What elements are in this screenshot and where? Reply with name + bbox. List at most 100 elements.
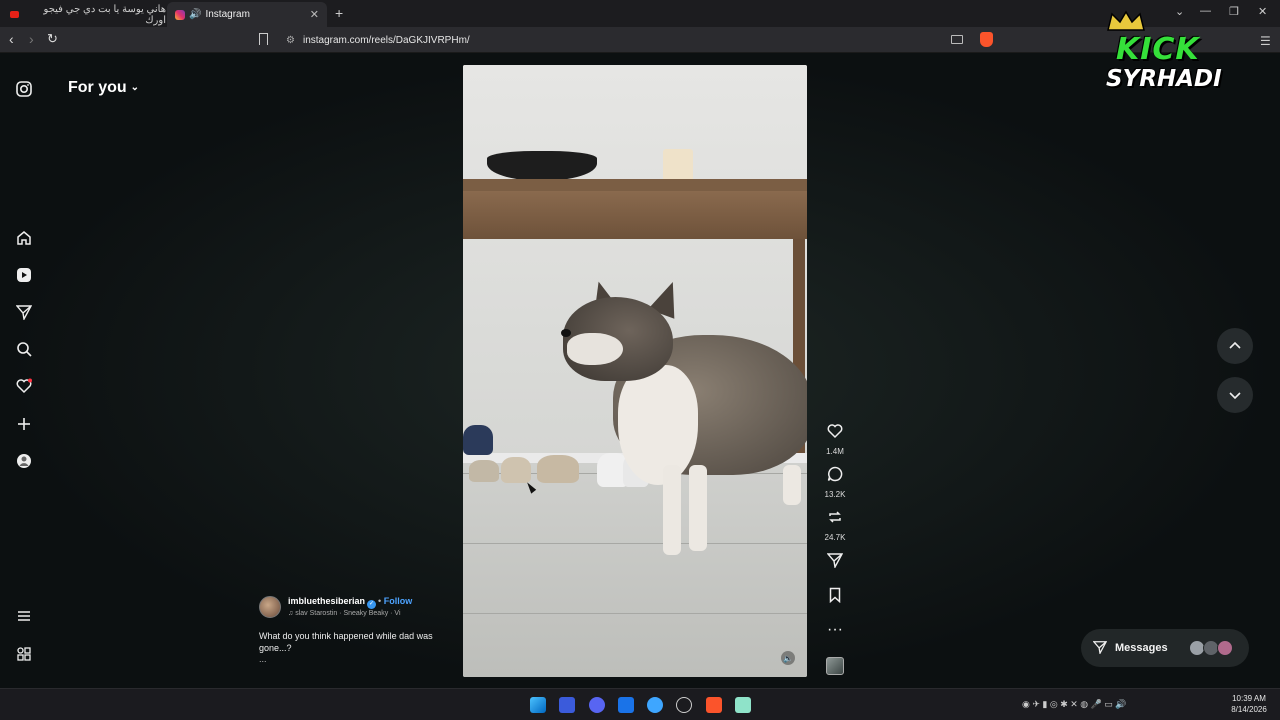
audio-playing-icon: 🔊 <box>189 9 202 20</box>
brave-icon[interactable] <box>706 697 722 713</box>
tab-youtube[interactable]: هاني يوسة يا بت دي جي فيجو اورك <box>6 2 166 27</box>
video-shoe <box>501 457 531 483</box>
direct-icon[interactable] <box>14 302 34 322</box>
close-tab-icon[interactable]: ✕ <box>310 8 319 21</box>
feed-title: For you <box>68 79 127 96</box>
video-dog-nose <box>561 329 571 337</box>
tab-instagram[interactable]: 🔊 Instagram ✕ <box>167 2 327 27</box>
youtube-favicon-icon <box>10 11 19 18</box>
floor-plank-line <box>463 543 807 544</box>
direct-icon <box>1092 640 1108 657</box>
profile-icon[interactable] <box>14 451 34 471</box>
repost-count: 24.7K <box>824 533 846 542</box>
video-dog-chest <box>618 365 698 485</box>
more-dots-icon: ··· <box>827 621 843 638</box>
home-icon[interactable] <box>14 228 34 248</box>
avatar[interactable] <box>259 596 281 618</box>
video-dog-leg <box>689 465 707 551</box>
browser-menu-icon[interactable]: ☰ <box>1260 34 1271 48</box>
share-button[interactable] <box>815 552 855 573</box>
instagram-logo-icon[interactable] <box>14 79 34 99</box>
instagram-reels-page: For you ⌄ 🔈 1.4M 13.2K 24.7K ··· imbluet… <box>0 53 1280 688</box>
app-icon[interactable] <box>559 697 575 713</box>
back-icon[interactable]: ‹ <box>9 31 14 47</box>
floor-plank-line <box>463 613 807 614</box>
forward-icon[interactable]: › <box>29 31 34 47</box>
username[interactable]: imbluethesiberian <box>288 596 365 606</box>
system-clock[interactable]: 10:39 AM 8/14/2026 <box>1224 693 1274 715</box>
follow-button[interactable]: Follow <box>384 596 413 606</box>
tab-label: هاني يوسة يا بت دي جي فيجو اورك <box>43 3 166 26</box>
next-reel-button[interactable] <box>1217 377 1253 413</box>
like-count: 1.4M <box>826 447 844 456</box>
url-field[interactable]: ⚙ instagram.com/reels/DaGKJIVRPHm/ <box>280 30 1000 50</box>
discord-icon[interactable] <box>589 697 605 713</box>
video-candle <box>663 149 693 181</box>
windows-taskbar: ◉ ✈ ▮ ◎ ✱ ✕ ◍ 🎤 ▭ 🔊 10:39 AM 8/14/2026 <box>0 688 1280 720</box>
video-shoe <box>537 455 579 483</box>
comment-button[interactable]: 13.2K <box>815 466 855 499</box>
video-dog-leg <box>663 465 681 555</box>
avatar <box>1217 640 1233 656</box>
repost-button[interactable]: 24.7K <box>815 509 855 542</box>
audio-toggle-icon[interactable]: 🔈 <box>781 651 795 665</box>
caption-text: What do you think happened while dad was… <box>259 631 433 653</box>
streamer-overlay-logo: KICK SYRHADI <box>1100 8 1260 100</box>
heart-icon <box>815 423 855 444</box>
audio-track-label: slav Starostin · Sneaky Beaky · Vi <box>295 610 401 617</box>
more-menu-icon[interactable] <box>14 606 34 626</box>
bookmark-icon[interactable] <box>259 33 268 45</box>
tab-label: Instagram <box>205 9 250 20</box>
save-button[interactable] <box>815 587 855 608</box>
reload-icon[interactable]: ↻ <box>47 31 58 47</box>
share-icon <box>815 552 855 573</box>
clock-date: 8/14/2026 <box>1231 705 1267 714</box>
app-icon[interactable] <box>647 697 663 713</box>
messages-label: Messages <box>1115 642 1168 654</box>
repost-icon <box>815 509 855 530</box>
video-dog-leg <box>783 465 801 505</box>
chevron-down-icon: ⌄ <box>130 82 140 93</box>
separator-dot: • <box>378 596 382 606</box>
video-dog-face <box>567 333 623 365</box>
caption-more[interactable]: ... <box>259 654 267 664</box>
feed-selector[interactable]: For you ⌄ <box>68 79 139 97</box>
video-shelf-front <box>463 191 807 239</box>
music-note-icon: ♫ <box>288 610 294 617</box>
address-bar-row: ‹ › ↻ ⚙ instagram.com/reels/DaGKJIVRPHm/… <box>0 27 1280 53</box>
tray-icons[interactable]: ◉ ✈ ▮ ◎ ✱ ✕ ◍ 🎤 ▭ 🔊 <box>1022 699 1127 710</box>
verified-badge-icon: ✓ <box>367 600 377 609</box>
also-from-meta-icon[interactable] <box>14 644 34 664</box>
messages-button[interactable]: Messages <box>1081 629 1249 667</box>
brave-shields-icon[interactable] <box>980 32 993 47</box>
url-text: instagram.com/reels/DaGKJIVRPHm/ <box>302 34 470 46</box>
reel-video[interactable]: 🔈 <box>463 65 807 677</box>
obs-icon[interactable] <box>676 697 692 713</box>
video-shelf <box>463 179 807 191</box>
start-icon[interactable] <box>530 697 546 713</box>
clock-time: 10:39 AM <box>1232 694 1266 703</box>
create-icon[interactable] <box>14 414 34 434</box>
new-tab-button[interactable]: + <box>335 5 343 21</box>
like-button[interactable]: 1.4M <box>815 423 855 456</box>
audio-track[interactable]: ♫ slav Starostin · Sneaky Beaky · Vi <box>288 610 401 617</box>
sidebar <box>0 53 48 688</box>
comment-icon <box>815 466 855 487</box>
overlay-line1: KICK <box>1116 32 1200 67</box>
bookmark-icon <box>815 587 855 608</box>
cast-icon[interactable] <box>951 35 963 44</box>
previous-reel-button[interactable] <box>1217 328 1253 364</box>
reels-icon[interactable] <box>14 265 34 285</box>
crown-icon <box>1107 10 1145 31</box>
notepad-icon[interactable] <box>735 697 751 713</box>
overlay-line2: SYRHADI <box>1106 66 1222 92</box>
user-line: imbluethesiberian ✓ • Follow <box>288 596 412 609</box>
app-icon[interactable] <box>618 697 634 713</box>
search-icon[interactable] <box>14 339 34 359</box>
original-audio-thumbnail[interactable] <box>826 657 844 675</box>
instagram-favicon-icon <box>175 9 185 20</box>
more-options-button[interactable]: ··· <box>815 621 855 639</box>
video-helmet <box>463 425 493 455</box>
site-settings-icon[interactable]: ⚙ <box>286 35 295 46</box>
notifications-icon[interactable] <box>14 376 34 396</box>
